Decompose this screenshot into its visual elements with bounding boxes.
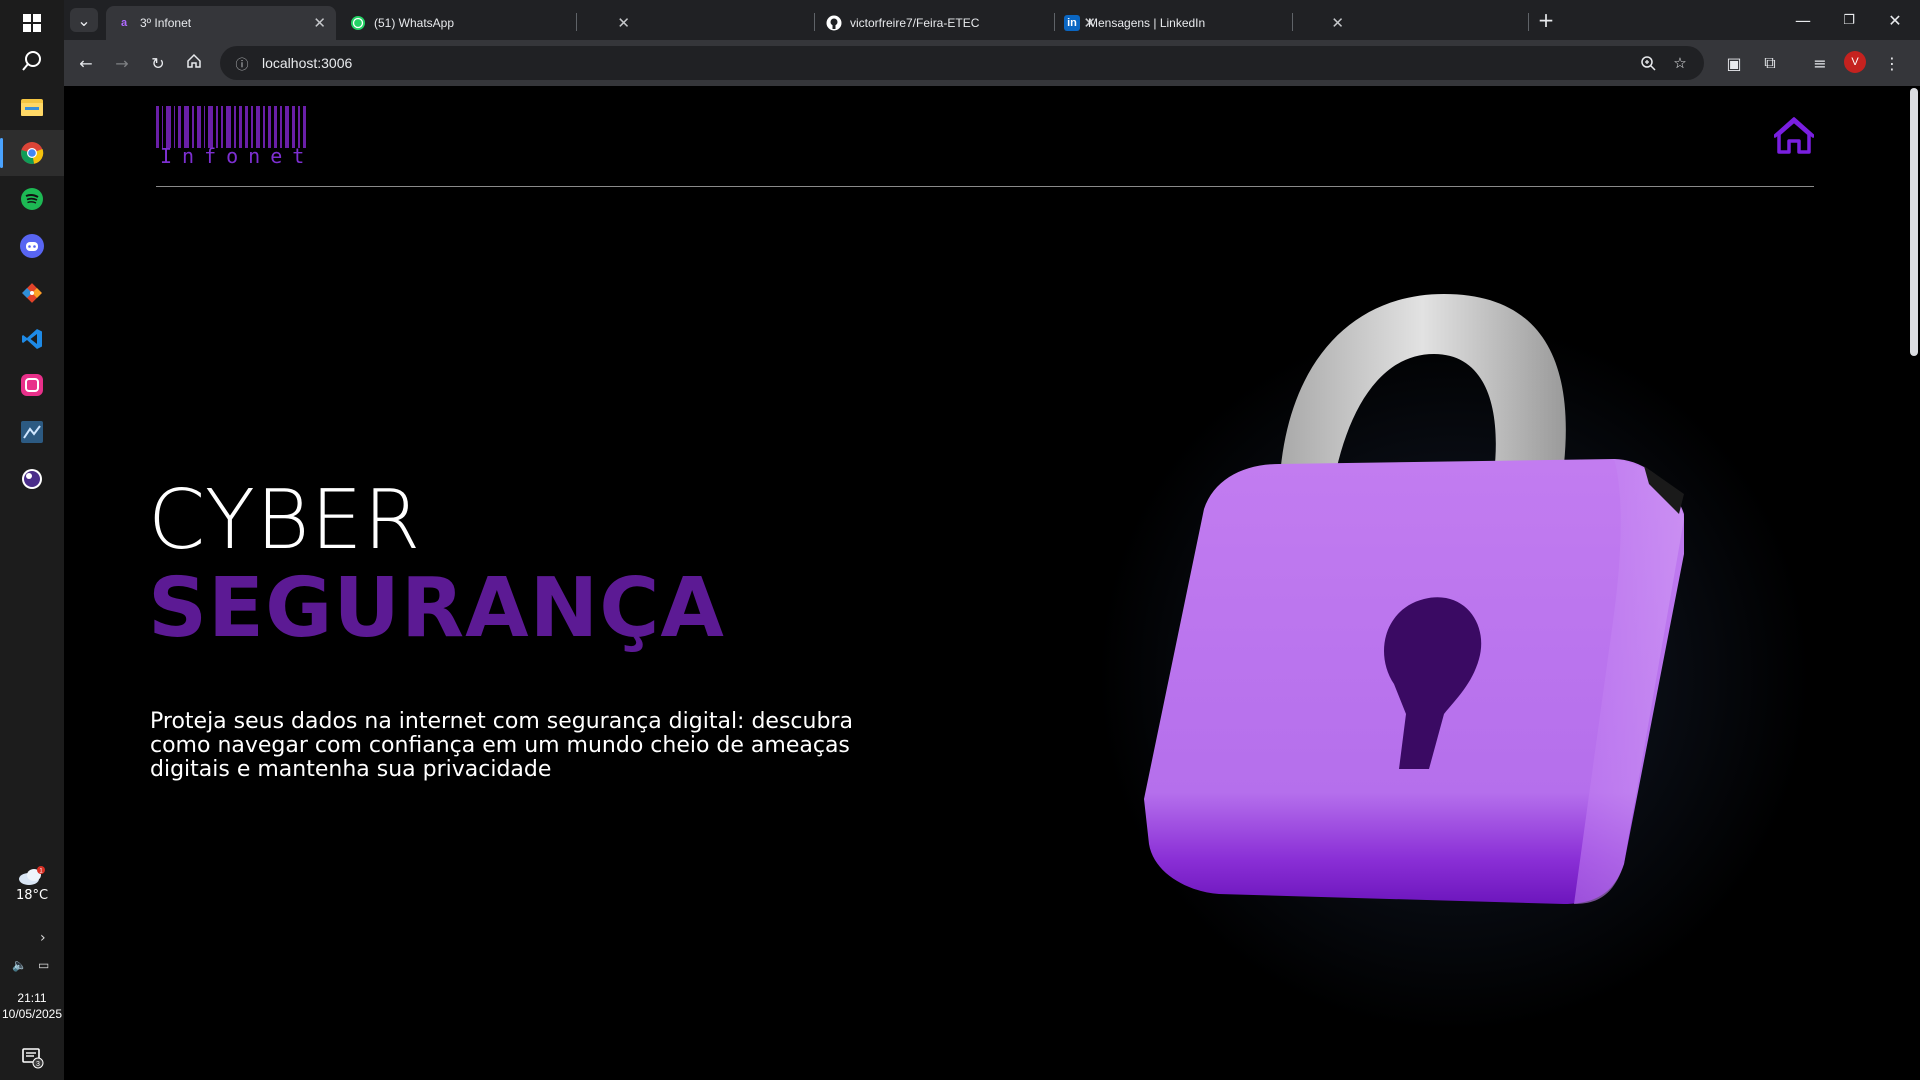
browser-tab-bar: ⌄ a 3º Infonet ✕ (51) WhatsApp ✕ victorf… [64, 0, 1920, 40]
vscode-icon [19, 326, 45, 352]
linkedin-icon: in [1064, 15, 1080, 31]
github-icon [826, 15, 842, 31]
minimize-icon: — [1795, 10, 1811, 30]
side-panel-icon: ▣ [1726, 53, 1742, 73]
volume-icon[interactable]: 🔈 [12, 958, 27, 972]
restore-icon: ❐ [1843, 12, 1855, 28]
taskbar-chrome[interactable] [0, 130, 64, 176]
zoom-icon[interactable] [1636, 51, 1660, 75]
tab-separator [1292, 13, 1293, 31]
show-hidden-icons-chevron-icon[interactable]: › [40, 930, 46, 946]
search-icon [19, 48, 45, 74]
taskbar-wamp[interactable] [0, 362, 64, 408]
infonet-logo[interactable]: Infonet [156, 106, 306, 168]
close-window-button[interactable]: ✕ [1872, 0, 1918, 40]
weather-widget[interactable]: 1 18°C [0, 866, 64, 903]
whatsapp-icon [350, 15, 366, 31]
taskbar-discord[interactable] [0, 223, 64, 269]
windows-start-icon [19, 10, 45, 36]
browser-toolbar: ← → ↻ ⓘ localhost:3006 ☆ ▣ ⧉ ≡ V ⋮ [64, 40, 1920, 86]
tab-separator [576, 13, 577, 31]
extensions-button[interactable]: ⧉ [1758, 51, 1782, 75]
restore-button[interactable]: ❐ [1826, 0, 1872, 40]
tab-title: 3º Infonet [140, 16, 192, 30]
tab-whatsapp[interactable]: (51) WhatsApp ✕ [340, 6, 640, 40]
page-scrollbar[interactable] [1906, 86, 1920, 1080]
scrollbar-thumb[interactable] [1910, 88, 1918, 356]
cloud-icon: 1 [17, 866, 47, 885]
clock-date: 10/05/2025 [1, 1007, 63, 1021]
wamp-icon [19, 372, 45, 398]
windows-taskbar: 1 18°C › 🔈 ▭ 21:11 10/05/2025 3 [0, 0, 64, 1080]
close-tab-icon[interactable]: ✕ [1331, 14, 1344, 32]
close-tab-icon[interactable]: ✕ [313, 14, 326, 32]
tab-separator [814, 13, 815, 31]
profile-avatar[interactable]: V [1844, 51, 1866, 73]
tab-title: Mensagens | LinkedIn [1088, 16, 1206, 30]
taskbar-vscode[interactable] [0, 316, 64, 362]
tab-linkedin[interactable]: in Mensagens | LinkedIn ✕ [1054, 6, 1354, 40]
hero-title-line-2: SEGURANÇA [148, 561, 725, 656]
kebab-menu-icon: ⋮ [1884, 53, 1900, 73]
playlist-icon: ≡ [1813, 53, 1827, 73]
browser-menu-button[interactable]: ⋮ [1880, 51, 1904, 75]
hero-description: Proteja seus dados na internet com segur… [150, 709, 853, 782]
header-divider [156, 186, 1814, 187]
notification-center-button[interactable]: 3 [0, 1034, 64, 1080]
arrow-left-icon: ← [79, 53, 93, 73]
home-icon [186, 53, 202, 73]
address-bar[interactable]: ⓘ localhost:3006 ☆ [220, 46, 1704, 80]
tab-search-dropdown[interactable]: ⌄ [70, 8, 98, 32]
nav-home-button[interactable] [1773, 116, 1815, 156]
site-info-icon[interactable]: ⓘ [232, 53, 252, 73]
obs-icon [19, 466, 45, 492]
media-controls-button[interactable]: ≡ [1808, 51, 1832, 75]
reload-button[interactable]: ↻ [146, 51, 170, 75]
spotify-icon [19, 186, 45, 212]
tab-infonet[interactable]: a 3º Infonet ✕ [106, 6, 336, 40]
notification-icon: 3 [19, 1044, 45, 1070]
taskbar-spotify[interactable] [0, 176, 64, 222]
mysql-workbench-icon [19, 419, 45, 445]
notification-badge: 3 [36, 1061, 40, 1068]
bookmark-star-icon[interactable]: ☆ [1668, 51, 1692, 75]
tab-title: victorfreire7/Feira-ETEC [850, 16, 980, 30]
logo-text: Infonet [160, 144, 315, 168]
home-icon [1773, 117, 1815, 160]
discord-icon [19, 233, 45, 259]
weather-temp: 18°C [15, 888, 49, 903]
clock-time: 21:11 [17, 991, 47, 1005]
taskbar-mysql-workbench[interactable] [0, 409, 64, 455]
arrow-right-icon: → [115, 53, 129, 73]
chevron-down-icon: ⌄ [77, 10, 91, 30]
tab-separator [1528, 13, 1529, 31]
forward-button[interactable]: → [110, 51, 134, 75]
taskbar-git[interactable] [0, 270, 64, 316]
infonet-favicon: a [120, 17, 128, 29]
file-explorer-icon [19, 94, 45, 120]
new-tab-button[interactable]: + [1532, 8, 1560, 32]
tab-groups-button[interactable]: ▣ [1722, 51, 1746, 75]
hero-title-line-1: CYBER [148, 473, 422, 568]
taskbar-file-explorer[interactable] [0, 84, 64, 130]
puzzle-icon: ⧉ [1764, 53, 1776, 72]
barcode-logo-graphic [156, 106, 306, 148]
address-url[interactable]: localhost:3006 [262, 55, 352, 71]
chrome-icon [19, 140, 45, 166]
git-icon [19, 280, 45, 306]
page-viewport: Infonet CYBER SEGURANÇA Proteja seus dad… [64, 86, 1920, 1080]
close-icon: ✕ [1888, 10, 1902, 30]
plus-icon: + [1537, 8, 1555, 32]
minimize-button[interactable]: — [1780, 0, 1826, 40]
taskbar-clock[interactable]: 21:11 10/05/2025 [0, 990, 64, 1022]
reload-icon: ↻ [151, 53, 165, 73]
close-tab-icon[interactable]: ✕ [617, 14, 630, 32]
network-icon[interactable]: ▭ [38, 958, 49, 972]
taskbar-search-button[interactable] [0, 38, 64, 84]
back-button[interactable]: ← [74, 51, 98, 75]
home-button[interactable] [182, 51, 206, 75]
tab-title: (51) WhatsApp [374, 16, 455, 30]
taskbar-obs[interactable] [0, 456, 64, 502]
open-padlock-icon [1144, 254, 1764, 1080]
